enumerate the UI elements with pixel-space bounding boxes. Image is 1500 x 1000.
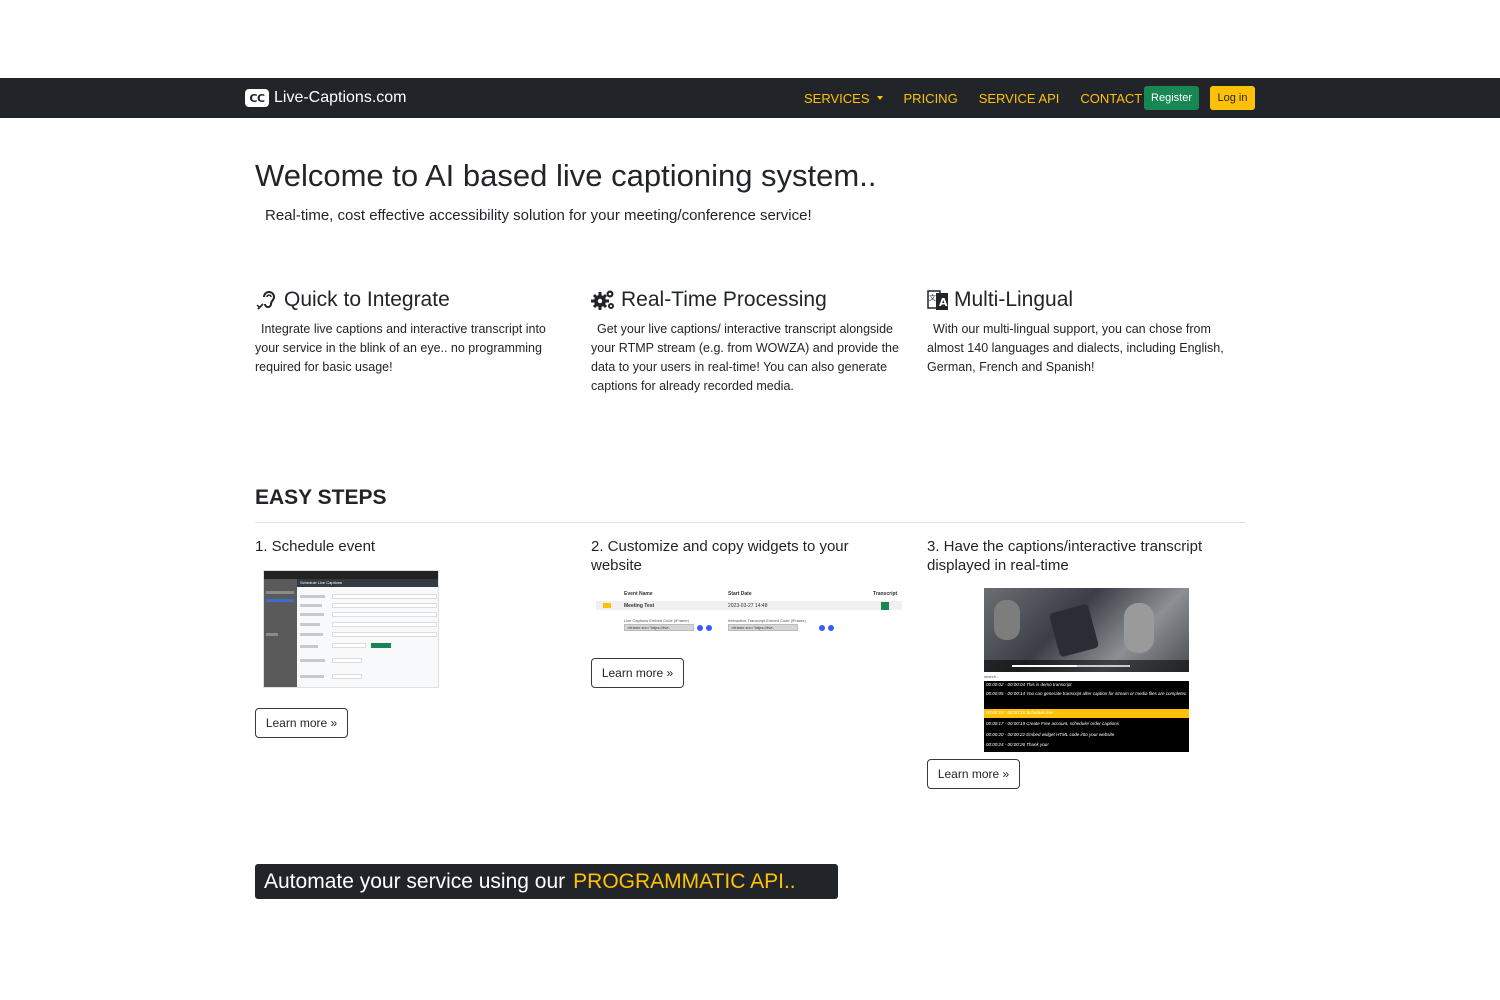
- hearing-icon: [256, 291, 276, 310]
- feature-text: Get your live captions/ interactive tran…: [591, 322, 899, 393]
- language-icon: A 文: [927, 290, 948, 310]
- svg-text:文: 文: [929, 293, 936, 302]
- transcript-line-active: 00:00:15 - 00:00:16 Schedule live: [986, 710, 1054, 715]
- settings-icon: [706, 625, 712, 631]
- nav-service-api-link[interactable]: SERVICE API: [979, 91, 1060, 106]
- event-name-cell: Meeting Test: [624, 603, 655, 609]
- schedule-event-screenshot: Schedule Live Captions: [263, 570, 439, 688]
- settings-icon: [828, 625, 834, 631]
- transcript-line: 00:00:17 - 00:00:19 Create Free account,…: [986, 721, 1119, 726]
- embed-label: Interactive Transcript Embed Code (iFram…: [728, 618, 806, 623]
- feature-title: Real-Time Processing: [621, 288, 827, 311]
- nav-services-label: SERVICES: [804, 90, 870, 106]
- step-title: 1. Schedule event: [255, 538, 376, 555]
- api-banner[interactable]: Automate your service using our PROGRAMM…: [255, 864, 838, 899]
- transcript-line: 00:00:05 - 00:00:14 You can generate tra…: [986, 691, 1186, 696]
- nav-pricing-link[interactable]: PRICING: [904, 91, 958, 106]
- feature-title: Multi-Lingual: [954, 288, 1074, 311]
- step-2: 2. Customize and copy widgets to your we…: [591, 537, 901, 575]
- captions-transcript-screenshot: search... 00:00:02 - 00:00:04 This is de…: [984, 588, 1189, 752]
- brand-link[interactable]: CC Live-Captions.com: [245, 87, 407, 109]
- top-navbar: CC Live-Captions.com SERVICES PRICING SE…: [0, 78, 1500, 118]
- col-transcript: Transcript: [873, 591, 898, 597]
- register-button[interactable]: Register: [1144, 86, 1199, 110]
- col-start-date: Start Date: [728, 591, 752, 597]
- transcript-search: search...: [984, 674, 1000, 679]
- video-player: [984, 588, 1189, 672]
- nav-services-dropdown[interactable]: SERVICES: [804, 91, 883, 106]
- caret-down-icon: [876, 96, 883, 100]
- widgets-screenshot: Event Name Start Date Transcript Meeting…: [596, 589, 902, 637]
- feature-text: Integrate live captions and interactive …: [255, 322, 546, 374]
- cc-logo-icon: CC: [245, 89, 269, 107]
- step-3: 3. Have the captions/interactive transcr…: [927, 537, 1237, 575]
- feature-quick-integrate: Quick to Integrate Integrate live captio…: [255, 286, 565, 377]
- step-title: 2. Customize and copy widgets to your we…: [591, 538, 849, 574]
- nav-links: SERVICES PRICING SERVICE API CONTACT: [804, 78, 1163, 118]
- transcript-panel: 00:00:02 - 00:00:04 This is demo transcr…: [984, 681, 1189, 752]
- step-title: 3. Have the captions/interactive transcr…: [927, 538, 1203, 574]
- nav-contact-link[interactable]: CONTACT: [1080, 91, 1142, 106]
- transcript-icon: [881, 602, 889, 610]
- learn-more-button-step-3[interactable]: Learn more »: [927, 759, 1020, 789]
- divider: [255, 522, 1245, 523]
- embed-code: <iframe src="https://live-: [731, 625, 774, 630]
- copy-icon: [819, 625, 825, 631]
- embed-code: <iframe src="https://live-: [627, 625, 670, 630]
- svg-text:A: A: [939, 296, 948, 309]
- copy-icon: [697, 625, 703, 631]
- api-banner-text: Automate your service using our: [264, 869, 566, 893]
- transcript-line: 00:00:02 - 00:00:04 This is demo transcr…: [986, 682, 1072, 687]
- transcript-line: 00:00:20 - 00:00:22 Embed widget HTML co…: [986, 732, 1115, 737]
- cc-logo-text: CC: [249, 91, 265, 105]
- embed-label: Live Captions Embed Code (iFrame): [624, 618, 689, 623]
- transcript-line: 00:00:24 - 00:00:26 Thank you!: [986, 742, 1049, 747]
- hero-title: Welcome to AI based live captioning syst…: [255, 158, 877, 193]
- col-event-name: Event Name: [624, 591, 653, 597]
- learn-more-button-step-1[interactable]: Learn more »: [255, 708, 348, 738]
- api-banner-highlight: PROGRAMMATIC API..: [573, 869, 796, 893]
- feature-title: Quick to Integrate: [284, 288, 450, 311]
- learn-more-button-step-2[interactable]: Learn more »: [591, 658, 684, 688]
- feature-realtime: Real-Time Processing Get your live capti…: [591, 286, 901, 396]
- start-date-cell: 2023-03-27 14:48: [728, 603, 768, 609]
- brand-name: Live-Captions.com: [274, 89, 407, 106]
- login-button[interactable]: Log in: [1210, 86, 1255, 110]
- step-1: 1. Schedule event: [255, 537, 565, 556]
- easy-steps-heading: EASY STEPS: [255, 486, 387, 509]
- gears-icon: [591, 290, 614, 310]
- hero-subtitle: Real-time, cost effective accessibility …: [265, 207, 812, 224]
- feature-text: With our multi-lingual support, you can …: [927, 322, 1224, 374]
- schedule-window-title: Schedule Live Captions: [300, 580, 343, 585]
- feature-multilingual: A 文 Multi-Lingual With our multi-lingual…: [927, 286, 1237, 377]
